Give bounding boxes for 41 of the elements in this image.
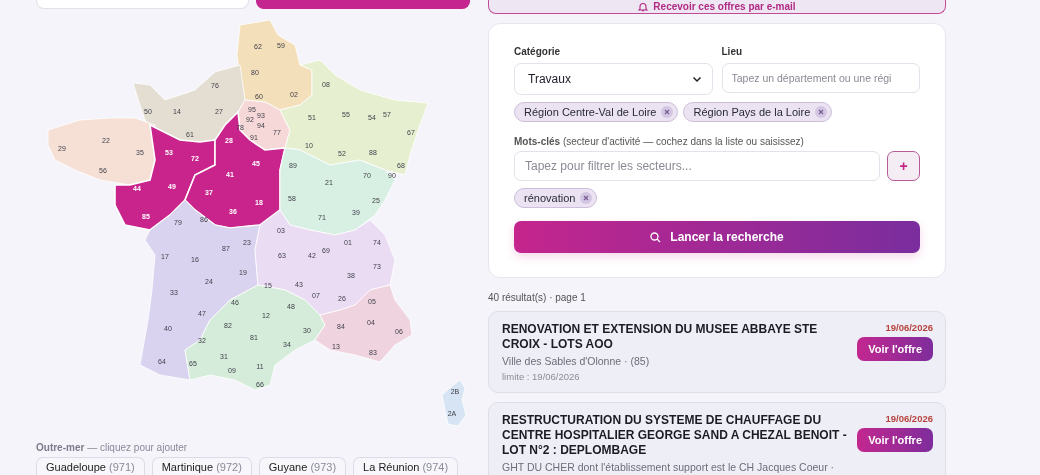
remove-icon[interactable] [661, 106, 674, 118]
view-offer-button[interactable]: Voir l'offre [857, 337, 933, 361]
region-shape[interactable] [114, 123, 216, 231]
region-shape[interactable] [47, 117, 156, 186]
location-input[interactable]: Tapez un département ou une régi [721, 63, 920, 93]
keywords-input[interactable]: Tapez pour filtrer les secteurs... [514, 151, 880, 181]
category-select[interactable]: Travaux [514, 63, 713, 95]
region-shape[interactable] [139, 199, 261, 381]
tag-label: Région Centre-Val de Loire [524, 106, 657, 118]
overseas-hint: Outre-mer — cliquez pour ajouter [36, 442, 189, 453]
tag-label: rénovation [524, 192, 576, 204]
add-button[interactable]: + [887, 151, 920, 181]
search-button[interactable]: Lancer la recherche [514, 221, 920, 253]
remove-icon[interactable] [815, 106, 828, 118]
buyer-text: Ville des Sables d'Olonne · (85) [502, 355, 651, 367]
chevron-icon [691, 75, 702, 83]
region-shape[interactable] [279, 147, 396, 236]
overseas-chip[interactable]: La Réunion (974) [353, 457, 459, 475]
keywords-label: Mots-clés (secteur d'activité — cochez dans la liste ou saisissez) [514, 136, 805, 147]
region-shape[interactable] [441, 379, 467, 427]
field-label: Lieu [721, 46, 744, 57]
result-title: RENOVATION ET EXTENSION DU MUSEE ABBAYE STE CROIX - LOTS AOO [502, 322, 819, 352]
region-shape[interactable] [254, 209, 396, 316]
region-shape[interactable] [132, 64, 246, 143]
view-offer-button[interactable]: Voir l'offre [857, 428, 933, 452]
email-alert-button[interactable]: Recevoir ces offres par e-mail [488, 0, 946, 14]
search-icon [650, 231, 662, 243]
deadline-text: limite : 19/06/2026 [502, 371, 581, 382]
result-date: 19/06/2026 [885, 322, 933, 333]
overseas-chip[interactable]: Guyane (973) [258, 457, 347, 475]
overseas-chip[interactable]: Martinique (972) [151, 457, 252, 475]
result-date: 19/06/2026 [885, 413, 933, 424]
overseas-chip[interactable]: Guadeloupe (971) [36, 457, 145, 475]
tag-label: Région Pays de la Loire [693, 106, 811, 118]
region-shape[interactable] [184, 110, 287, 229]
remove-icon[interactable] [580, 192, 593, 204]
result-count: 40 résultat(s) · page 1 [488, 292, 587, 303]
buyer-text: GHT DU CHER dont l'établissement support est le CH Jacques Coeur · [502, 461, 836, 473]
bell-icon [638, 1, 649, 12]
field-label: Catégorie [514, 46, 562, 57]
result-title: RESTRUCTURATION DU SYSTEME DE CHAUFFAGE DU CENTRE HOSPITALIER GEORGE SAND A CHEZAL BENOIT - LOT N°2 : DEPLOMBAGE [502, 413, 848, 458]
